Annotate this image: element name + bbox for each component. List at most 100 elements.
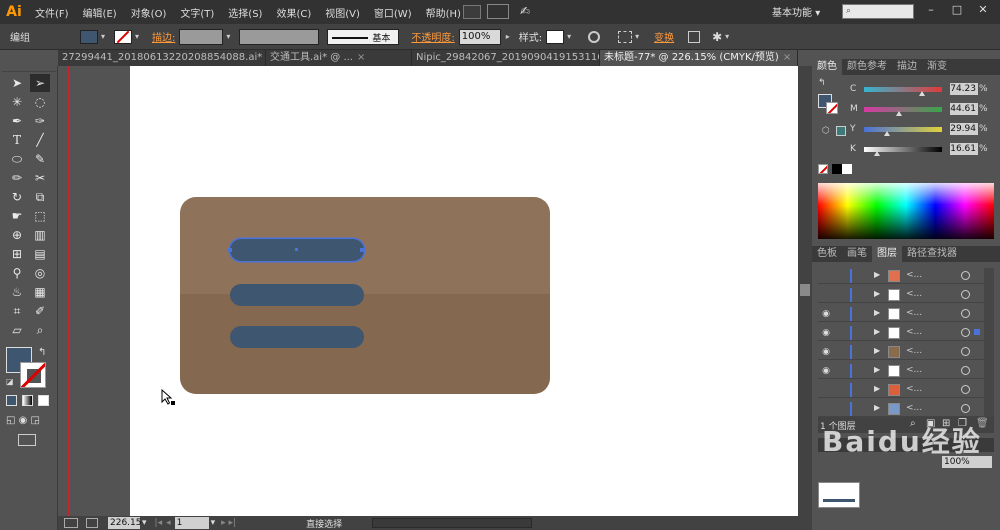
stroke-dropdown-icon[interactable]: ▾ [132,30,142,44]
center-point[interactable] [295,248,298,251]
selected-bar-shape[interactable] [228,239,364,261]
none-mode-icon[interactable] [38,395,49,406]
layer-row[interactable]: ▶ <... [818,287,994,303]
stroke-label[interactable]: 描边: [152,29,175,44]
visibility-eye-icon[interactable]: ◉ [820,347,832,357]
scale-tool-icon[interactable]: ⧉ [30,188,50,206]
channel-value-field[interactable]: 29.94 [950,123,978,135]
channel-slider[interactable] [864,86,942,96]
align-to-icon[interactable] [618,30,633,43]
color-panel-stroke-swatch[interactable] [826,102,838,114]
panel-tab[interactable]: 颜色参考 [842,59,892,75]
expand-triangle-icon[interactable]: ▶ [874,384,880,393]
slider-knob[interactable] [884,130,891,136]
menu-item[interactable]: 效果(C) [269,5,318,20]
slider-knob[interactable] [918,90,925,96]
expand-triangle-icon[interactable]: ▶ [874,346,880,355]
tools-panel-grip[interactable] [2,66,56,72]
expand-triangle-icon[interactable]: ▶ [874,365,880,374]
target-circle-icon[interactable] [961,328,970,337]
pen-tool-icon[interactable]: ✒ [7,112,27,130]
direct-selection-tool-icon[interactable]: ➢ [30,74,50,92]
color-mode-icon[interactable] [6,395,17,406]
bar-shape-middle[interactable] [230,284,364,306]
anchor-point-right[interactable] [360,248,364,252]
magic-wand-tool-icon[interactable]: ✳ [7,93,27,111]
scrollbar-thumb[interactable] [800,284,810,296]
style-dropdown-icon[interactable]: ▾ [564,30,574,44]
isolate-group-icon[interactable] [688,30,701,43]
swap-colors-icon[interactable]: ↰ [38,347,46,358]
bar-shape-bottom[interactable] [230,326,364,348]
close-button[interactable]: ✕ [974,3,992,19]
menu-item[interactable]: 文字(T) [173,5,221,20]
line-tool-icon[interactable]: ╱ [30,131,50,149]
expand-triangle-icon[interactable]: ▶ [874,308,880,317]
visibility-eye-icon[interactable] [820,271,832,281]
screen-mode-icon[interactable] [18,434,36,446]
drawing-modes-icon[interactable]: ◱ ◉ ◲ [6,415,40,426]
visibility-eye-icon[interactable] [820,404,832,414]
pencil-tool-icon[interactable]: ✏ [7,169,27,187]
slider-knob[interactable] [873,150,880,156]
swap-fill-stroke-icon[interactable]: ↰ [818,78,826,88]
gradient-mode-icon[interactable] [22,395,33,406]
paintbrush-tool-icon[interactable]: ✎ [30,150,50,168]
channel-value-field[interactable]: 44.61 [950,103,978,115]
share-icon[interactable] [86,518,98,528]
channel-value-field[interactable]: 16.61 [950,143,978,155]
first-page-icon[interactable]: |◂ [155,518,163,528]
opacity-arrow-icon[interactable]: ▸ [503,30,513,44]
warp-tool-icon[interactable]: ☛ [7,207,27,225]
visibility-eye-icon[interactable] [820,385,832,395]
out-of-gamut-icon[interactable]: ⬡ [822,126,830,136]
target-circle-icon[interactable] [961,404,970,413]
control-menu-icon[interactable]: ▾ [722,30,732,44]
layer-row[interactable]: ▶ <... [818,401,994,417]
zoom-tool-icon[interactable]: ⌕ [30,321,50,339]
page-field[interactable]: 1 [174,517,209,529]
eraser-tool-icon[interactable]: ▱ [7,321,27,339]
target-circle-icon[interactable] [961,290,970,299]
opacity-field[interactable]: 100% [458,28,501,45]
page-dropdown-icon[interactable]: ▾ [211,518,216,528]
canvas-pasteboard[interactable] [58,66,798,516]
layers-scrollbar[interactable] [984,268,994,418]
document-tab[interactable]: 27299441_20180613220208854088.ai*× [58,50,266,66]
arrange-documents-icon[interactable] [487,4,509,19]
graphic-style-swatch[interactable] [546,29,565,44]
expand-triangle-icon[interactable]: ▶ [874,270,880,279]
rotate-tool-icon[interactable]: ↻ [7,188,27,206]
expand-triangle-icon[interactable]: ▶ [874,289,880,298]
lasso-tool-icon[interactable]: ◌ [30,93,50,111]
menu-item[interactable]: 编辑(E) [76,5,124,20]
channel-slider[interactable] [864,106,942,116]
layer-row[interactable]: ▶ <... [818,268,994,284]
symbol-sprayer-tool-icon[interactable]: ♨ [7,283,27,301]
menu-item[interactable]: 视图(V) [318,5,367,20]
visibility-eye-icon[interactable]: ◉ [820,309,832,319]
layer-row[interactable]: ▶ <... [818,382,994,398]
ellipse-tool-icon[interactable]: ⬭ [7,150,27,168]
brush-definition[interactable]: 基本 [327,28,400,45]
mesh-tool-icon[interactable]: ⊞ [7,245,27,263]
document-tab[interactable]: Nipic_29842067_20190904191531162000.ai*× [412,50,600,66]
eyedropper-tool-icon[interactable]: ⚲ [7,264,27,282]
fill-swatch[interactable] [80,29,98,44]
panel-tab[interactable]: 路径查找器 [902,246,962,262]
perspective-grid-tool-icon[interactable]: ▥ [30,226,50,244]
search-input[interactable]: ⌕ [842,4,914,19]
slider-knob[interactable] [895,110,902,116]
artboard-tool-icon[interactable]: ⌗ [7,302,27,320]
brown-card-shape[interactable] [180,197,550,394]
artboard-icon[interactable] [64,518,78,528]
expand-triangle-icon[interactable]: ▶ [874,403,880,412]
stroke-swatch[interactable] [114,29,132,44]
channel-value-field[interactable]: 74.23 [950,83,978,95]
prev-page-icon[interactable]: ◂ [166,518,171,528]
minimize-button[interactable]: – [922,3,940,19]
layer-row[interactable]: ◉ ▶ <... [818,363,994,379]
visibility-eye-icon[interactable]: ◉ [820,366,832,376]
menu-item[interactable]: 对象(O) [124,5,174,20]
panel-tab[interactable]: 色板 [812,246,842,262]
